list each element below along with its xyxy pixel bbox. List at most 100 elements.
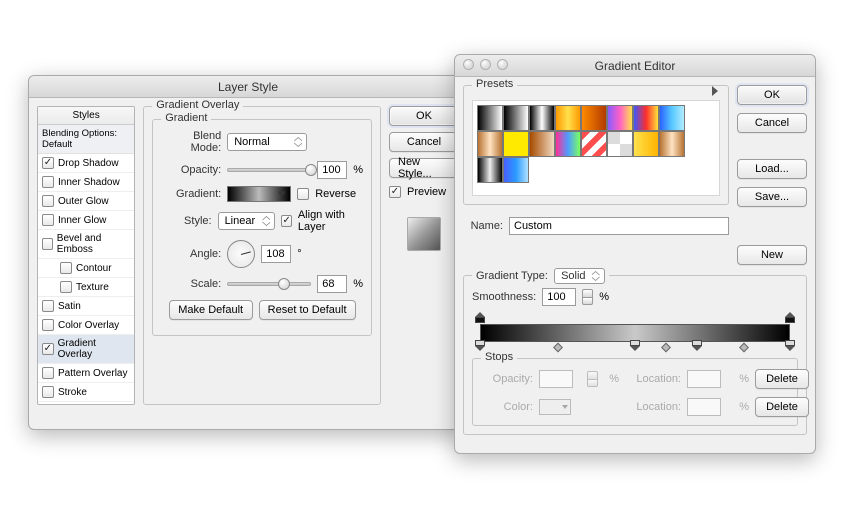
effect-checkbox[interactable] — [42, 386, 54, 398]
opacity-stop[interactable] — [475, 312, 485, 324]
minimize-icon[interactable] — [480, 59, 491, 70]
effect-checkbox[interactable] — [60, 281, 72, 293]
preset-swatch[interactable] — [555, 105, 581, 131]
effect-stroke[interactable]: Stroke — [38, 383, 134, 402]
effect-checkbox[interactable] — [42, 343, 54, 355]
preset-swatch[interactable] — [529, 105, 555, 131]
blend-mode-select[interactable]: Normal — [227, 133, 307, 151]
color-stop[interactable] — [630, 340, 640, 352]
ge-ok-button[interactable]: OK — [737, 85, 807, 105]
color-stop[interactable] — [785, 340, 795, 352]
effect-texture[interactable]: Texture — [38, 278, 134, 297]
angle-dial[interactable] — [227, 240, 255, 268]
effect-label: Outer Glow — [58, 196, 109, 207]
align-layer-checkbox[interactable] — [281, 215, 291, 227]
stop-opacity-delete-button[interactable]: Delete — [755, 369, 809, 389]
effect-gradient-overlay[interactable]: Gradient Overlay — [38, 335, 134, 364]
smoothness-percent: % — [599, 291, 609, 303]
preset-swatch[interactable] — [607, 105, 633, 131]
stop-opacity-field[interactable] — [539, 370, 573, 388]
preset-swatch[interactable] — [503, 131, 529, 157]
color-stop[interactable] — [692, 340, 702, 352]
effect-checkbox[interactable] — [60, 262, 72, 274]
presets-box[interactable] — [472, 100, 720, 196]
presets-legend: Presets — [472, 78, 517, 90]
opacity-slider[interactable] — [227, 163, 311, 177]
make-default-button[interactable]: Make Default — [169, 300, 253, 320]
style-select[interactable]: Linear — [218, 212, 276, 230]
effect-color-overlay[interactable]: Color Overlay — [38, 316, 134, 335]
effect-checkbox[interactable] — [42, 195, 54, 207]
opacity-field[interactable]: 100 — [317, 161, 347, 179]
stop-opacity-location-field[interactable] — [687, 370, 721, 388]
presets-menu-icon[interactable] — [712, 86, 718, 96]
effect-label: Inner Glow — [58, 215, 106, 226]
ge-save-button[interactable]: Save... — [737, 187, 807, 207]
name-field[interactable]: Custom — [509, 217, 729, 235]
gradient-bar[interactable] — [472, 316, 798, 350]
stop-opacity-stepper[interactable] — [587, 371, 598, 387]
scale-slider[interactable] — [227, 277, 311, 291]
reverse-checkbox[interactable] — [297, 188, 309, 200]
zoom-icon[interactable] — [497, 59, 508, 70]
gradient-type-select[interactable]: Solid — [554, 268, 604, 284]
preset-swatch[interactable] — [555, 131, 581, 157]
preset-swatch[interactable] — [607, 131, 633, 157]
gradient-swatch[interactable] — [227, 186, 291, 202]
blending-options-row[interactable]: Blending Options: Default — [38, 125, 134, 154]
preset-swatch[interactable] — [633, 131, 659, 157]
preview-checkbox[interactable] — [389, 186, 401, 198]
effect-checkbox[interactable] — [42, 300, 54, 312]
preset-swatch[interactable] — [581, 105, 607, 131]
scale-field[interactable]: 68 — [317, 275, 347, 293]
effect-inner-shadow[interactable]: Inner Shadow — [38, 173, 134, 192]
ls-new-style-button[interactable]: New Style... — [389, 158, 459, 178]
angle-field[interactable]: 108 — [261, 245, 291, 263]
ge-load-button[interactable]: Load... — [737, 159, 807, 179]
preset-swatch[interactable] — [659, 131, 685, 157]
midpoint-handle[interactable] — [553, 343, 563, 353]
effect-drop-shadow[interactable]: Drop Shadow — [38, 154, 134, 173]
preset-swatch[interactable] — [503, 105, 529, 131]
effect-checkbox[interactable] — [42, 367, 54, 379]
gradient-editor-titlebar[interactable]: Gradient Editor — [455, 55, 815, 77]
preset-swatch[interactable] — [529, 131, 555, 157]
effect-pattern-overlay[interactable]: Pattern Overlay — [38, 364, 134, 383]
preset-swatch[interactable] — [477, 105, 503, 131]
effect-checkbox[interactable] — [42, 319, 54, 331]
preset-swatch[interactable] — [581, 131, 607, 157]
preset-swatch[interactable] — [477, 131, 503, 157]
ls-ok-button[interactable]: OK — [389, 106, 459, 126]
ge-cancel-button[interactable]: Cancel — [737, 113, 807, 133]
gradient-label: Gradient: — [161, 188, 221, 200]
opacity-stop[interactable] — [785, 312, 795, 324]
effect-checkbox[interactable] — [42, 214, 54, 226]
effect-checkbox[interactable] — [42, 157, 54, 169]
window-controls[interactable] — [463, 59, 508, 70]
stop-color-well[interactable] — [539, 399, 571, 415]
midpoint-handle[interactable] — [661, 343, 671, 353]
ge-new-button[interactable]: New — [737, 245, 807, 265]
smoothness-field[interactable]: 100 — [542, 288, 576, 306]
effect-satin[interactable]: Satin — [38, 297, 134, 316]
effect-inner-glow[interactable]: Inner Glow — [38, 211, 134, 230]
stop-color-delete-button[interactable]: Delete — [755, 397, 809, 417]
midpoint-handle[interactable] — [739, 343, 749, 353]
preset-swatch[interactable] — [477, 157, 503, 183]
preset-swatch[interactable] — [659, 105, 685, 131]
close-icon[interactable] — [463, 59, 474, 70]
effect-outer-glow[interactable]: Outer Glow — [38, 192, 134, 211]
effects-list[interactable]: Styles Blending Options: Default Drop Sh… — [37, 106, 135, 405]
effect-contour[interactable]: Contour — [38, 259, 134, 278]
smoothness-stepper[interactable] — [582, 289, 593, 305]
effect-bevel-and-emboss[interactable]: Bevel and Emboss — [38, 230, 134, 259]
effect-checkbox[interactable] — [42, 176, 54, 188]
layer-style-titlebar[interactable]: Layer Style — [29, 76, 467, 98]
stop-color-location-field[interactable] — [687, 398, 721, 416]
preset-swatch[interactable] — [503, 157, 529, 183]
ls-cancel-button[interactable]: Cancel — [389, 132, 459, 152]
layer-style-buttons: OK Cancel New Style... Preview — [389, 106, 459, 405]
effect-checkbox[interactable] — [42, 238, 53, 250]
reset-default-button[interactable]: Reset to Default — [259, 300, 356, 320]
preset-swatch[interactable] — [633, 105, 659, 131]
